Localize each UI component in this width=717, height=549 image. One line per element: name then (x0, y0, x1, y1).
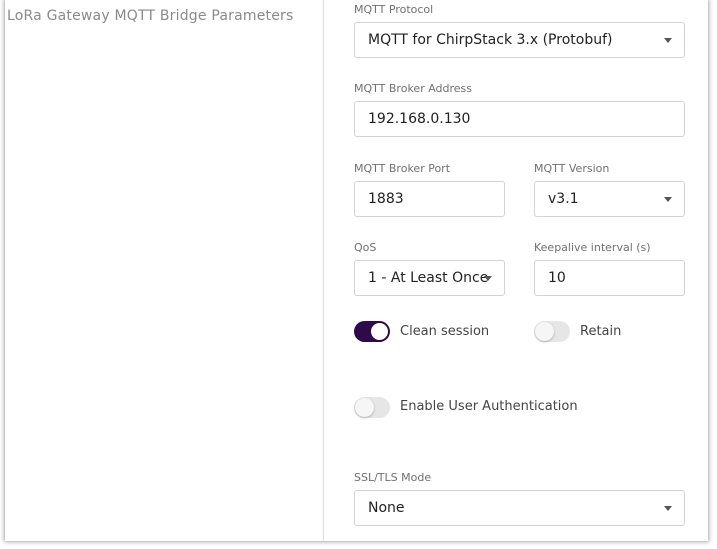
chevron-down-icon (484, 276, 492, 281)
keepalive-value: 10 (548, 270, 566, 286)
mqtt-protocol-select[interactable]: MQTT for ChirpStack 3.x (Protobuf) (354, 22, 685, 58)
mqtt-version-value: v3.1 (548, 191, 579, 207)
retain-label: Retain (580, 324, 622, 339)
keepalive-input[interactable]: 10 (534, 260, 685, 296)
broker-port-label: MQTT Broker Port (354, 162, 451, 175)
mqtt-version-select[interactable]: v3.1 (534, 181, 685, 217)
qos-select[interactable]: 1 - At Least Once (354, 260, 505, 296)
user-auth-toggle[interactable] (354, 397, 390, 418)
chevron-down-icon (664, 197, 672, 202)
column-divider (323, 0, 324, 541)
ssl-tls-mode-value: None (368, 500, 405, 516)
ssl-tls-mode-select[interactable]: None (354, 490, 685, 526)
toggle-knob (355, 398, 374, 417)
mqtt-version-label: MQTT Version (534, 162, 610, 175)
broker-port-input[interactable]: 1883 (354, 181, 505, 217)
broker-address-value: 192.168.0.130 (368, 111, 471, 127)
settings-panel: LoRa Gateway MQTT Bridge Parameters MQTT… (5, 0, 708, 541)
broker-port-value: 1883 (368, 191, 404, 207)
section-title: LoRa Gateway MQTT Bridge Parameters (7, 8, 294, 24)
chevron-down-icon (664, 38, 672, 43)
mqtt-protocol-label: MQTT Protocol (354, 3, 434, 16)
ssl-tls-mode-label: SSL/TLS Mode (354, 471, 432, 484)
user-auth-label: Enable User Authentication (400, 399, 578, 414)
clean-session-label: Clean session (400, 324, 490, 339)
broker-address-input[interactable]: 192.168.0.130 (354, 101, 685, 137)
chevron-down-icon (664, 506, 672, 511)
toggle-knob (535, 322, 554, 341)
mqtt-protocol-value: MQTT for ChirpStack 3.x (Protobuf) (368, 32, 613, 48)
retain-toggle[interactable] (534, 321, 570, 342)
qos-value: 1 - At Least Once (368, 270, 489, 286)
toggle-knob (371, 323, 388, 340)
clean-session-toggle[interactable] (354, 321, 390, 342)
keepalive-label: Keepalive interval (s) (534, 241, 651, 254)
broker-address-label: MQTT Broker Address (354, 82, 473, 95)
qos-label: QoS (354, 241, 377, 254)
